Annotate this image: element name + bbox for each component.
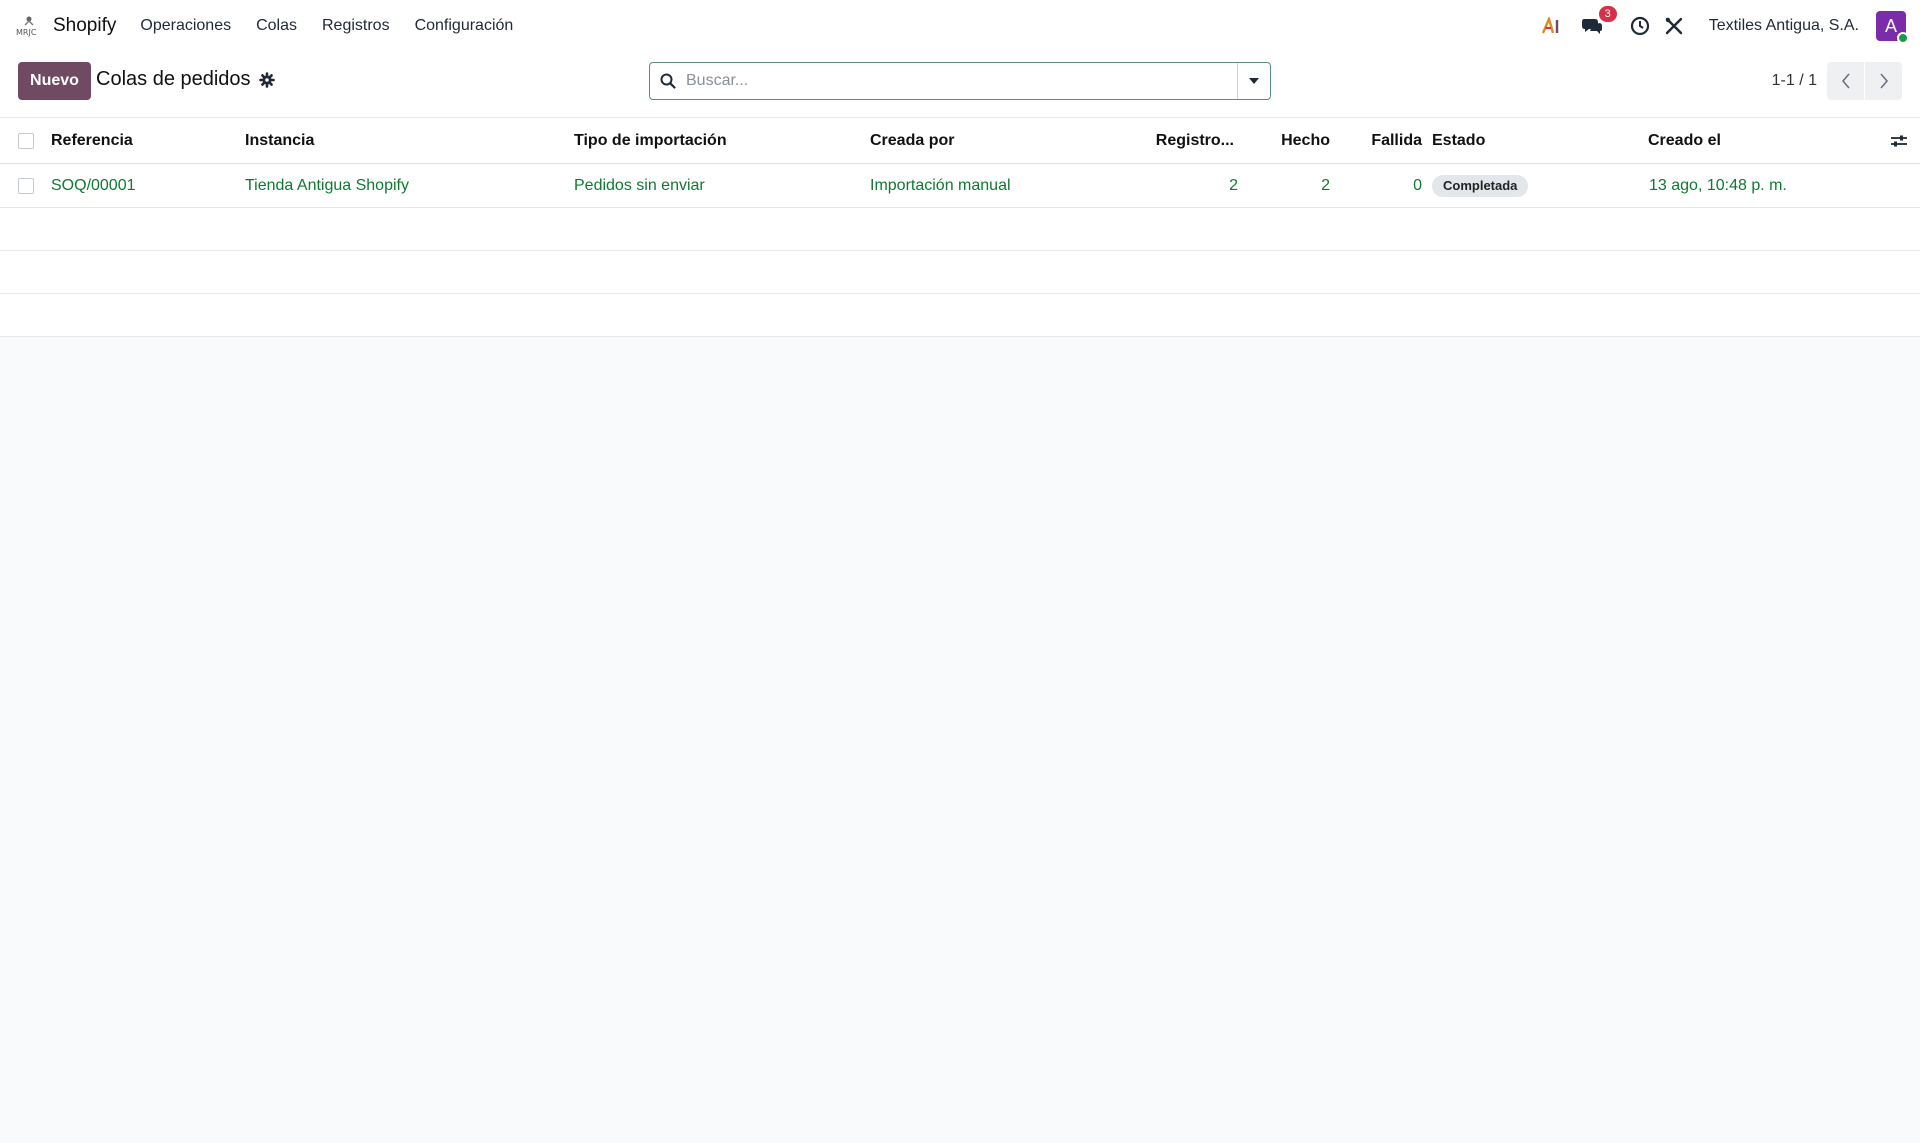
pager-previous-button[interactable] [1827,62,1864,100]
column-created-on[interactable]: Creado el [1648,118,1721,163]
cell-done[interactable]: 2 [1250,164,1330,207]
search-bar [649,62,1271,100]
select-all-cell [18,118,34,163]
menu-item-operaciones[interactable]: Operaciones [140,17,231,35]
cell-import-type[interactable]: Pedidos sin enviar [574,164,705,207]
page-title: Colas de pedidos [96,68,251,90]
debug-tools-icon[interactable] [1663,15,1685,37]
chevron-right-icon [1879,73,1888,89]
cell-state[interactable]: Completada [1432,164,1529,207]
online-status-dot [1897,32,1909,44]
row-select-cell [18,164,34,207]
cell-created-by[interactable]: Importación manual [870,164,1011,207]
menu-item-registros[interactable]: Registros [322,17,390,35]
chevron-left-icon [1841,73,1850,89]
empty-row [0,294,1920,337]
column-done[interactable]: Hecho [1250,118,1330,163]
control-panel: Nuevo Colas de pedidos Buscar... 1-1 / 1 [0,52,1920,118]
avatar-initial: A [1884,15,1897,36]
main-menu: Operaciones Colas Registros Configuració… [140,17,538,35]
search-input[interactable] [686,63,1237,99]
column-import-type[interactable]: Tipo de importación [574,118,727,163]
cell-records[interactable]: 2 [1140,164,1238,207]
chat-badge: 3 [1598,6,1617,22]
breadcrumb: Colas de pedidos [96,68,275,91]
chat-messages-icon[interactable]: 3 [1581,6,1617,37]
column-state[interactable]: Estado [1432,118,1485,163]
search-icon [650,73,686,89]
cell-reference[interactable]: SOQ/00001 [51,164,136,207]
apps-menu-icon[interactable]: MRJC [14,11,44,41]
top-navbar: MRJC Shopify Operaciones Colas Registros… [0,0,1920,52]
table-row[interactable]: SOQ/00001 Tienda Antigua Shopify Pedidos… [0,164,1920,208]
company-switcher[interactable]: Textiles Antigua, S.A. [1709,17,1859,35]
column-failed[interactable]: Fallida [1340,118,1422,163]
empty-row [0,208,1920,251]
navbar-systray: 3 Textiles Antigua, S.A. A [1529,6,1909,44]
optional-columns-icon[interactable] [1890,118,1908,163]
column-created-by[interactable]: Creada por [870,118,954,163]
svg-text:MRJC: MRJC [16,28,37,37]
row-checkbox[interactable] [18,177,34,194]
menu-item-colas[interactable]: Colas [256,17,297,35]
caret-down-icon [1249,78,1259,84]
pager-value[interactable]: 1-1 / 1 [1772,72,1817,90]
column-reference[interactable]: Referencia [51,118,133,163]
app-name[interactable]: Shopify [53,15,116,37]
column-records[interactable]: Registro... [1140,118,1234,163]
cell-instance[interactable]: Tienda Antigua Shopify [245,164,409,207]
cell-created-on[interactable]: 13 ago, 10:48 p. m. [1649,164,1787,207]
column-instance[interactable]: Instancia [245,118,314,163]
menu-item-configuracion[interactable]: Configuración [415,17,514,35]
ai-assistant-icon[interactable] [1541,15,1563,37]
select-all-checkbox[interactable] [18,132,34,149]
pager: 1-1 / 1 [1772,62,1902,100]
empty-row [0,251,1920,294]
user-avatar[interactable]: A [1876,11,1909,44]
activity-clock-icon[interactable] [1629,15,1651,37]
status-badge: Completada [1432,174,1529,197]
gear-icon[interactable] [258,71,275,88]
table-header: Referencia Instancia Tipo de importación… [0,118,1920,164]
pager-next-button[interactable] [1865,62,1902,100]
cell-failed[interactable]: 0 [1340,164,1422,207]
list-view: Referencia Instancia Tipo de importación… [0,118,1920,337]
new-button[interactable]: Nuevo [18,62,91,100]
search-options-toggle[interactable] [1237,63,1270,99]
